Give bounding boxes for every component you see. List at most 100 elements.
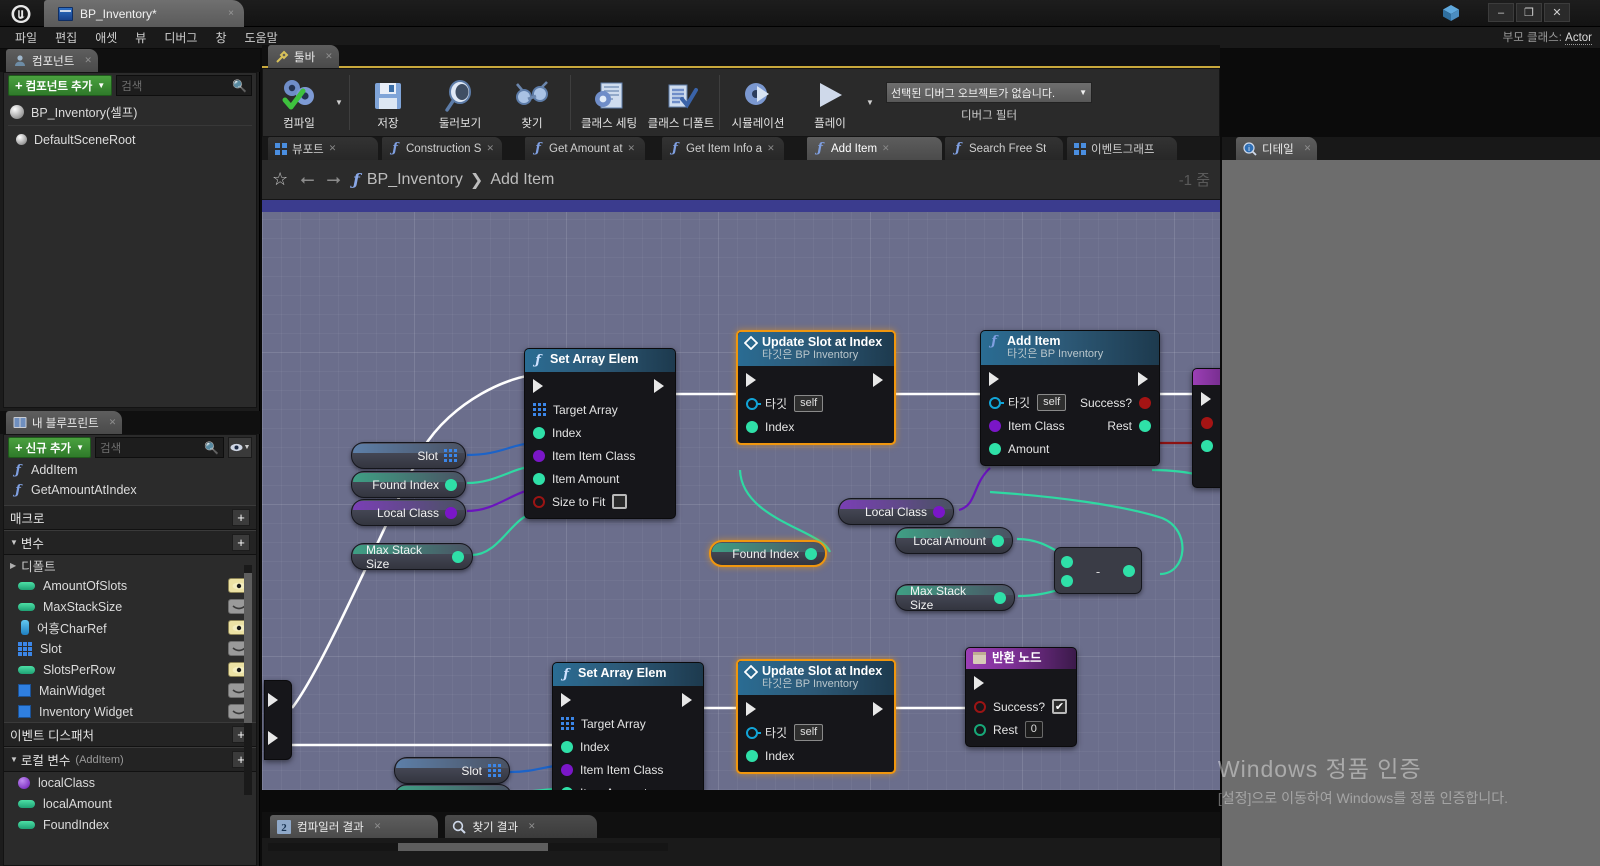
pin-index[interactable]: Index [553, 735, 703, 758]
add-component-button[interactable]: + 컴포넌트 추가 ▼ [8, 75, 113, 96]
window-maximize-button[interactable]: ❐ [1516, 3, 1542, 22]
close-icon[interactable]: ✕ [325, 51, 333, 62]
exec-in-pin-icon[interactable] [974, 676, 987, 691]
int-pin-icon[interactable] [974, 723, 986, 736]
node-add-item[interactable]: ƒ Add Item 타깃은 BP Inventory 타깃 self Succ… [980, 330, 1160, 466]
int-out-pin-icon[interactable] [1139, 419, 1151, 432]
close-icon[interactable]: ✕ [628, 143, 636, 154]
rest-value-input[interactable]: 0 [1024, 721, 1043, 738]
tab-compiler-results[interactable]: 2 컴파일러 결과 ✕ [270, 815, 438, 838]
int-pin-icon[interactable] [992, 534, 1004, 547]
int-pin-icon[interactable] [994, 591, 1006, 604]
int-pin-icon[interactable] [746, 749, 758, 762]
exec-in-pin-icon[interactable] [746, 702, 759, 717]
varnode-max-stack-size-top[interactable]: Max Stack Size [351, 543, 473, 571]
section-macro[interactable]: 매크로 + [4, 505, 256, 530]
bool-out-pin-icon[interactable] [1139, 396, 1151, 409]
int-pin-icon[interactable] [452, 550, 464, 563]
pin-item-item-class[interactable]: Item Item Class [525, 444, 675, 467]
close-icon[interactable]: ✕ [882, 143, 890, 154]
function-item-additem[interactable]: ƒ AddItem [4, 460, 256, 480]
variable-item-slot[interactable]: Slot [4, 638, 256, 659]
toolbar-button-simulate[interactable]: 시뮬레이션 [722, 69, 794, 136]
variable-item-charref[interactable]: 어흥CharRef [4, 617, 256, 638]
pin-exec-row[interactable] [553, 689, 703, 712]
toolbar-button-compile[interactable]: 컴파일 [263, 69, 335, 136]
pin-int[interactable] [1193, 434, 1220, 457]
pin-row-itemclass-rest[interactable]: Item Class Rest [981, 414, 1159, 437]
exec-in-pin-icon[interactable] [989, 372, 1002, 387]
close-icon[interactable]: × [224, 8, 238, 19]
function-item-getamountatindex[interactable]: ƒ GetAmountAtIndex [4, 480, 256, 500]
class-pin-icon[interactable] [533, 449, 545, 462]
int-pin-icon[interactable] [746, 420, 758, 433]
exec-in-pin-icon[interactable] [746, 373, 759, 388]
size-to-fit-checkbox[interactable] [612, 494, 628, 509]
node-offscreen-right[interactable] [1192, 368, 1220, 488]
tab-add-item[interactable]: ƒ Add Item ✕ [807, 137, 942, 160]
compile-options-caret-icon[interactable]: ▼ [335, 69, 347, 136]
local-variable-item-foundindex[interactable]: FoundIndex [4, 814, 256, 835]
varnode-local-class-top[interactable]: Local Class [351, 499, 466, 526]
class-pin-icon[interactable] [561, 763, 573, 776]
int-pin-icon[interactable] [989, 442, 1001, 455]
tab-find-results[interactable]: 찾기 결과 ✕ [445, 815, 598, 838]
close-icon[interactable]: ✕ [767, 143, 775, 154]
menu-item-view[interactable]: 뷰 [126, 27, 155, 48]
object-pin-icon[interactable] [989, 396, 1004, 409]
pin-target-array[interactable]: Target Array [525, 398, 675, 421]
local-variable-item-localamount[interactable]: localAmount [4, 793, 256, 814]
toolbar-button-class-settings[interactable]: 클래스 세팅 [573, 69, 645, 136]
tab-toolbar[interactable]: 툴바 ✕ [268, 45, 339, 68]
toolbar-button-play[interactable]: 플레이 [794, 69, 866, 136]
play-options-caret-icon[interactable]: ▼ [866, 69, 878, 136]
pin-row-target-success[interactable]: 타깃 self Success? [981, 391, 1159, 414]
pin-index[interactable]: Index [738, 415, 894, 438]
menu-item-file[interactable]: 파일 [6, 27, 46, 48]
pin-target-array[interactable]: Target Array [553, 712, 703, 735]
exec-out-pin-icon[interactable] [1138, 372, 1151, 387]
pin-target[interactable]: 타깃 self [738, 392, 894, 415]
pin-exec-row[interactable] [738, 369, 894, 392]
close-icon[interactable]: ✕ [329, 143, 337, 154]
exec-out-pin-icon[interactable] [682, 693, 695, 708]
tab-viewport[interactable]: 뷰포트 ✕ [268, 137, 378, 160]
pin-success[interactable]: Success? ✔ [966, 695, 1076, 718]
struct-pin-icon[interactable] [444, 449, 457, 462]
add-variable-button[interactable]: + [232, 534, 250, 551]
int-pin-icon[interactable] [805, 547, 817, 560]
section-event-dispatcher[interactable]: 이벤트 디스패처 + [4, 722, 256, 747]
class-pin-icon[interactable] [989, 419, 1001, 432]
result-pin-icon[interactable] [1123, 565, 1135, 577]
int-pin-icon[interactable] [533, 472, 545, 485]
varnode-local-class-mid[interactable]: Local Class [838, 498, 954, 525]
variable-item-slotsperrow[interactable]: SlotsPerRow [4, 659, 256, 680]
component-item-defaultsceneroot[interactable]: DefaultSceneRoot [4, 126, 256, 153]
tab-components[interactable]: 컴포넌트 ✕ [6, 49, 98, 72]
tab-my-blueprint[interactable]: 내 블루프린트 ✕ [6, 411, 123, 434]
window-close-button[interactable]: ✕ [1544, 3, 1570, 22]
node-collapsed-stub[interactable] [264, 680, 292, 760]
local-variable-item-localclass[interactable]: localClass [4, 772, 256, 793]
node-set-array-elem-1[interactable]: ƒ Set Array Elem Target Array Index Item… [524, 348, 676, 519]
toolbar-button-browse[interactable]: 둘러보기 [424, 69, 496, 136]
menu-item-debug[interactable]: 디버그 [155, 27, 206, 48]
toolbar-button-class-defaults[interactable]: 클래스 디폴트 [645, 69, 717, 136]
blueprint-graph-canvas[interactable]: 블루프린트 [262, 200, 1220, 790]
pin-index[interactable]: Index [525, 421, 675, 444]
forward-arrow-icon[interactable]: ⭢ [327, 169, 341, 190]
class-pin-icon[interactable] [933, 505, 945, 518]
int-pin-icon[interactable] [445, 478, 457, 491]
struct-pin-icon[interactable] [488, 764, 501, 777]
window-document-tab[interactable]: BP_Inventory* × [44, 0, 244, 27]
target-self-value[interactable]: self [794, 724, 824, 741]
toolbar-button-save[interactable]: 저장 [352, 69, 424, 136]
bottom-horizontal-scrollbar[interactable] [268, 843, 668, 851]
my-blueprint-search-input[interactable]: 검색 🔍 [95, 437, 224, 458]
varnode-slot-bottom[interactable]: Slot [394, 757, 510, 784]
object-pin-icon[interactable] [746, 397, 761, 410]
bool-pin-icon[interactable] [974, 700, 986, 713]
menu-item-edit[interactable]: 편집 [46, 27, 86, 48]
favorite-star-icon[interactable]: ☆ [272, 169, 288, 190]
pin-exec-row[interactable] [525, 375, 675, 398]
